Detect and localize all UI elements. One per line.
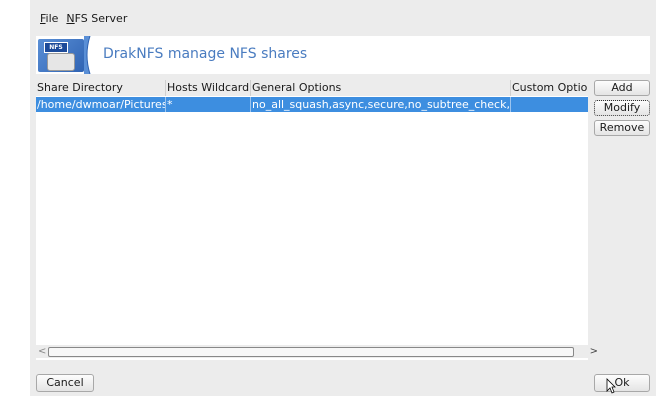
cancel-button[interactable]: Cancel <box>36 374 94 392</box>
mouse-pointer-icon <box>606 378 616 394</box>
drive-icon <box>47 53 75 71</box>
scroll-left-arrow-icon[interactable]: < <box>38 345 46 358</box>
modify-button[interactable]: Modify <box>594 100 650 116</box>
draknfs-window: File NFS Server NFS DrakNFS manage NFS s… <box>30 0 656 396</box>
nfs-logo-tag: NFS <box>44 42 68 53</box>
desktop-background <box>0 0 30 396</box>
shares-table: Share Directory Hosts Wildcard General O… <box>36 80 588 360</box>
menu-nfs-server[interactable]: NFS Server <box>66 12 127 30</box>
column-header-general-options[interactable]: General Options <box>251 80 511 96</box>
table-row[interactable]: /home/dwmoar/Pictures * no_all_squash,as… <box>36 97 588 112</box>
menu-file[interactable]: File <box>40 12 58 30</box>
banner-title: DrakNFS manage NFS shares <box>103 46 308 62</box>
horizontal-scrollbar[interactable]: < > <box>36 345 598 358</box>
cell-share-directory: /home/dwmoar/Pictures <box>37 97 166 112</box>
menu-nfs-server-mnemonic: N <box>66 12 75 25</box>
menubar: File NFS Server <box>40 12 127 30</box>
table-header: Share Directory Hosts Wildcard General O… <box>36 80 588 96</box>
column-header-share-directory[interactable]: Share Directory <box>36 80 166 96</box>
banner-curve-decoration <box>84 36 91 74</box>
nfs-logo-icon: NFS <box>38 39 84 72</box>
column-header-hosts-wildcard[interactable]: Hosts Wildcard <box>166 80 251 96</box>
cell-general-options: no_all_squash,async,secure,no_subtree_ch… <box>252 97 511 112</box>
add-button[interactable]: Add <box>594 80 650 96</box>
cell-custom-options <box>511 97 588 112</box>
banner: NFS DrakNFS manage NFS shares <box>36 36 650 74</box>
scrollbar-thumb[interactable] <box>48 347 574 357</box>
column-header-custom-options[interactable]: Custom Optio <box>511 80 588 96</box>
remove-button[interactable]: Remove <box>594 120 650 136</box>
menu-file-label: ile <box>45 12 59 25</box>
menu-nfs-server-label: FS Server <box>74 12 128 25</box>
ok-button[interactable]: Ok <box>594 374 650 392</box>
cell-hosts-wildcard: * <box>166 97 251 112</box>
scroll-right-arrow-icon[interactable]: > <box>590 345 598 358</box>
